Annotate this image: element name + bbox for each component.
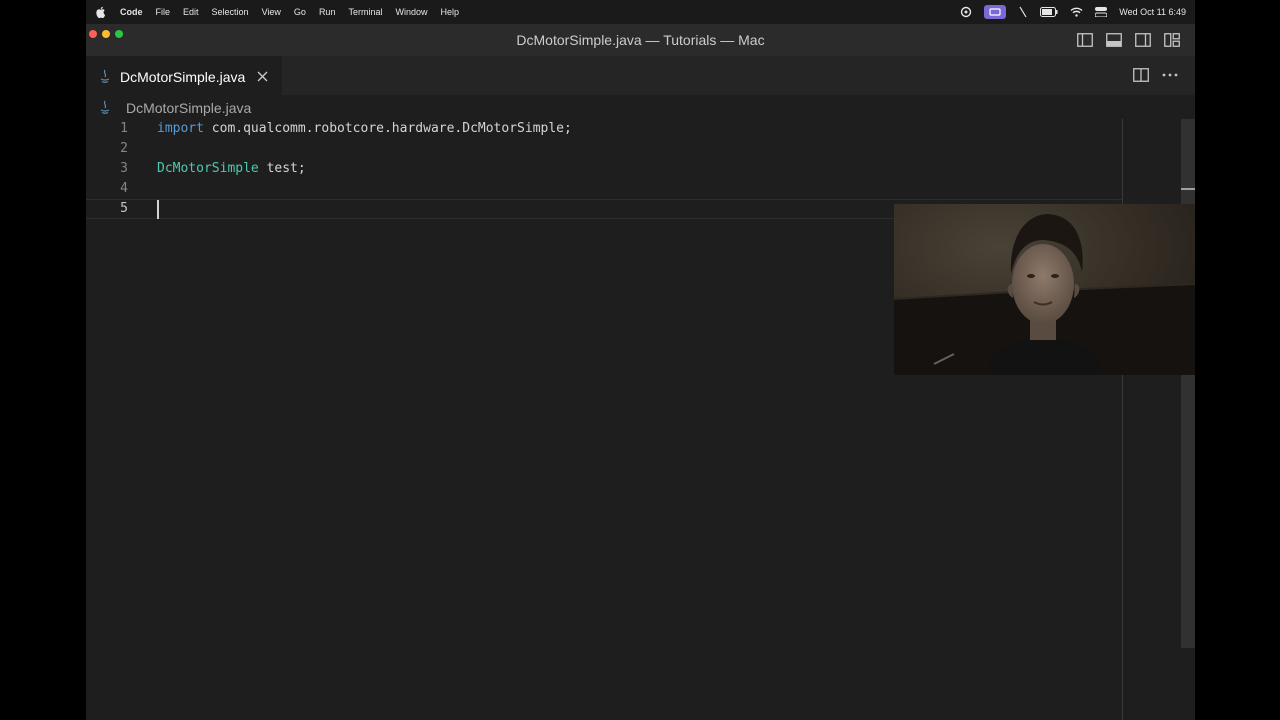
editor-tab-bar: DcMotorSimple.java bbox=[86, 56, 1195, 96]
plain-token: test; bbox=[258, 161, 306, 176]
close-tab-icon[interactable] bbox=[256, 71, 268, 83]
toggle-secondary-sidebar-icon[interactable] bbox=[1134, 31, 1152, 49]
webcam-person-image bbox=[894, 204, 1195, 375]
toggle-panel-icon[interactable] bbox=[1105, 31, 1123, 49]
menubar-clock[interactable]: Wed Oct 11 6:49 bbox=[1119, 7, 1186, 17]
menu-file[interactable]: File bbox=[156, 7, 171, 17]
line-number: 4 bbox=[120, 181, 128, 196]
code-line[interactable]: 2 bbox=[86, 139, 1122, 159]
java-file-icon bbox=[98, 100, 112, 116]
code-text: DcMotorSimple test; bbox=[157, 159, 306, 179]
menu-window[interactable]: Window bbox=[395, 7, 427, 17]
screen-recording-icon[interactable] bbox=[984, 5, 1007, 19]
webcam-overlay bbox=[894, 204, 1195, 375]
menu-run[interactable]: Run bbox=[319, 7, 336, 17]
more-actions-icon[interactable] bbox=[1161, 66, 1179, 84]
scrollbar-cursor-marker bbox=[1181, 188, 1195, 190]
menu-bar: Code File Edit Selection View Go Run Ter… bbox=[86, 0, 1195, 24]
menu-help[interactable]: Help bbox=[440, 7, 459, 17]
code-line[interactable]: 3 DcMotorSimple test; bbox=[86, 159, 1122, 179]
tab-dcmotorsimple-java[interactable]: DcMotorSimple.java bbox=[86, 56, 282, 96]
code-text: import com.qualcomm.robotcore.hardware.D… bbox=[157, 119, 572, 139]
java-file-icon bbox=[98, 69, 112, 85]
toggle-primary-sidebar-icon[interactable] bbox=[1076, 31, 1094, 49]
customize-layout-icon[interactable] bbox=[1163, 31, 1181, 49]
type-token: DcMotorSimple bbox=[157, 161, 259, 176]
menu-edit[interactable]: Edit bbox=[183, 7, 199, 17]
window-title-bar: DcMotorSimple.java — Tutorials — Mac bbox=[86, 24, 1195, 56]
code-line[interactable]: 1 import com.qualcomm.robotcore.hardware… bbox=[86, 119, 1122, 139]
window-title: DcMotorSimple.java — Tutorials — Mac bbox=[516, 32, 765, 48]
keyword-token: import bbox=[157, 121, 204, 136]
menu-view[interactable]: View bbox=[262, 7, 281, 17]
line-number: 1 bbox=[120, 121, 128, 136]
line-number: 3 bbox=[120, 161, 128, 176]
code-line[interactable]: 4 bbox=[86, 179, 1122, 199]
split-editor-icon[interactable] bbox=[1132, 66, 1150, 84]
text-cursor bbox=[157, 200, 159, 219]
control-center-icon[interactable] bbox=[1095, 7, 1108, 17]
vertical-scrollbar[interactable] bbox=[1181, 119, 1195, 648]
line-number: 2 bbox=[120, 141, 128, 156]
breadcrumb[interactable]: DcMotorSimple.java bbox=[98, 98, 251, 118]
apple-menu-icon[interactable] bbox=[96, 6, 106, 18]
creative-cloud-icon[interactable] bbox=[960, 6, 972, 18]
pen-icon[interactable] bbox=[1018, 6, 1028, 18]
battery-icon[interactable] bbox=[1040, 7, 1058, 17]
menu-go[interactable]: Go bbox=[294, 7, 306, 17]
tab-label: DcMotorSimple.java bbox=[120, 68, 246, 85]
wifi-icon[interactable] bbox=[1070, 7, 1083, 17]
line-number: 5 bbox=[120, 201, 128, 216]
menu-app-name[interactable]: Code bbox=[120, 7, 143, 17]
breadcrumb-file[interactable]: DcMotorSimple.java bbox=[126, 100, 251, 116]
plain-token: com.qualcomm.robotcore.hardware.DcMotorS… bbox=[203, 121, 572, 136]
menu-terminal[interactable]: Terminal bbox=[348, 7, 382, 17]
screen: Code File Edit Selection View Go Run Ter… bbox=[86, 0, 1195, 720]
menu-selection[interactable]: Selection bbox=[212, 7, 249, 17]
